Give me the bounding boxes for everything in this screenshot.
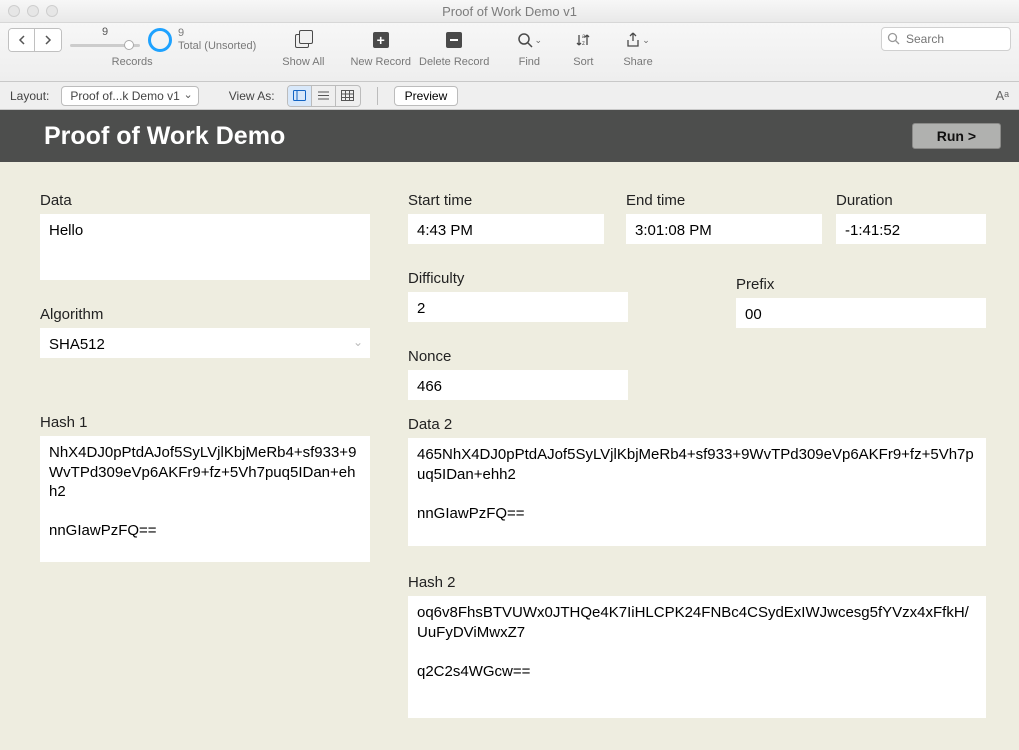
start-time-field[interactable]: 4:43 PM [408,214,604,244]
total-label: Total (Unsorted) [178,40,256,53]
view-as-toggle [287,85,361,107]
search-icon [517,32,533,48]
record-slider[interactable]: 9 [68,27,142,53]
show-all-label: Show All [282,56,324,68]
find-label: Find [519,56,540,68]
window-controls [8,5,58,17]
form-canvas: Data Hello Algorithm SHA512 Hash 1 NhX4D… [0,162,1019,750]
share-group: ⌄ Share [623,27,652,68]
search-input[interactable] [881,27,1011,51]
svg-text:z: z [582,41,585,47]
pie-icon [148,28,172,52]
hash2-label: Hash 2 [408,574,986,591]
share-button[interactable]: ⌄ [624,27,652,53]
difficulty-label: Difficulty [408,270,628,287]
show-all-button[interactable] [288,27,318,53]
record-nav [8,28,62,52]
records-group: 9 9 Total (Unsorted) Records [8,27,256,68]
chevron-down-icon: ⌄ [535,35,543,46]
divider [377,87,378,105]
sort-label: Sort [573,56,593,68]
records-label: Records [112,56,153,68]
nonce-field[interactable]: 466 [408,370,628,400]
search-icon [887,32,900,45]
record-totals: 9 Total (Unsorted) [178,27,256,53]
end-time-field[interactable]: 3:01:08 PM [626,214,822,244]
view-as-label: View As: [229,89,275,103]
text-style-button[interactable]: Aᵃ [995,88,1009,103]
view-list-icon[interactable] [312,86,336,106]
sort-button[interactable]: az [569,27,597,53]
window-titlebar: Proof of Work Demo v1 [0,0,1019,23]
layout-select[interactable]: Proof of...k Demo v1 [61,86,198,106]
next-record-button[interactable] [35,29,61,51]
nonce-label: Nonce [408,348,628,365]
new-record-label: New Record [350,56,411,68]
delete-record-group: Delete Record [419,27,489,68]
prefix-label: Prefix [736,276,986,293]
preview-button[interactable]: Preview [394,86,459,106]
minimize-window-icon[interactable] [27,5,39,17]
delete-record-label: Delete Record [419,56,489,68]
run-button[interactable]: Run > [912,123,1001,149]
chevron-down-icon: ⌄ [642,35,650,46]
share-label: Share [623,56,652,68]
delete-record-button[interactable] [439,27,469,53]
find-group: ⌄ Find [515,27,543,68]
prev-record-button[interactable] [9,29,35,51]
hash2-field[interactable]: oq6v8FhsBTVUWx0JTHQe4K7IiHLCPK24FNBc4CSy… [408,596,986,718]
duration-label: Duration [836,192,986,209]
close-window-icon[interactable] [8,5,20,17]
data2-field[interactable]: 465NhX4DJ0pPtdAJof5SyLVjlKbjMeRb4+sf933+… [408,438,986,546]
sort-group: az Sort [569,27,597,68]
layout-label: Layout: [10,89,49,103]
end-time-label: End time [626,192,822,209]
new-record-button[interactable]: + [366,27,396,53]
start-time-label: Start time [408,192,604,209]
algorithm-label: Algorithm [40,306,370,323]
duration-field[interactable]: -1:41:52 [836,214,986,244]
hash1-field[interactable]: NhX4DJ0pPtdAJof5SyLVjlKbjMeRb4+sf933+9Wv… [40,436,370,562]
algorithm-select[interactable]: SHA512 [40,328,370,358]
sort-icon: az [575,32,591,48]
zoom-window-icon[interactable] [46,5,58,17]
prefix-field[interactable]: 00 [736,298,986,328]
share-icon [626,32,640,48]
data-field[interactable]: Hello [40,214,370,280]
find-button[interactable]: ⌄ [515,27,543,53]
view-table-icon[interactable] [336,86,360,106]
page-title: Proof of Work Demo [44,122,285,151]
hash1-label: Hash 1 [40,414,370,431]
search-group [881,27,1011,51]
new-record-group: + New Record [350,27,411,68]
window-title: Proof of Work Demo v1 [442,4,577,19]
layout-bar: Layout: Proof of...k Demo v1 View As: Pr… [0,82,1019,110]
total-count: 9 [178,27,256,40]
data2-label: Data 2 [408,416,986,433]
page-header: Proof of Work Demo Run > [0,110,1019,162]
show-all-group: Show All [282,27,324,68]
view-form-icon[interactable] [288,86,312,106]
record-index: 9 [68,26,142,38]
data-label: Data [40,192,370,209]
toolbar: 9 9 Total (Unsorted) Records Show All + … [0,23,1019,82]
difficulty-field[interactable]: 2 [408,292,628,322]
